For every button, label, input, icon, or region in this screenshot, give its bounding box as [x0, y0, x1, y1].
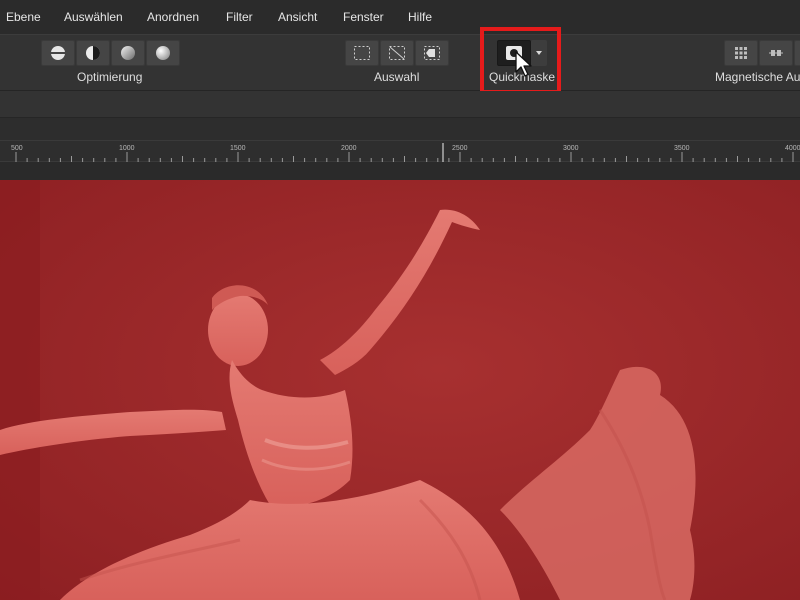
soft-circle-icon[interactable]: [146, 40, 180, 66]
menu-ebene[interactable]: Ebene: [6, 10, 41, 24]
context-toolbar: [0, 91, 800, 118]
document-canvas[interactable]: [0, 180, 800, 600]
menu-hilfe[interactable]: Hilfe: [408, 10, 432, 24]
more-tool-button[interactable]: [794, 40, 800, 66]
ruler-label-2000: 2000: [341, 145, 357, 152]
menu-auswaehlen[interactable]: Auswählen: [64, 10, 123, 24]
ruler-label-1000: 1000: [119, 145, 135, 152]
marquee-select-icon[interactable]: [345, 40, 379, 66]
toolbar: Optimierung Auswahl Quickmaske Magnetisc…: [0, 34, 800, 91]
invert-select-icon[interactable]: [415, 40, 449, 66]
tab-strip: [0, 118, 800, 140]
align-snap-icon[interactable]: [759, 40, 793, 66]
ruler-label-500: 500: [11, 145, 23, 152]
ruler-label-3000: 3000: [563, 145, 579, 152]
menu-anordnen[interactable]: Anordnen: [147, 10, 199, 24]
cursor-icon: [515, 51, 532, 77]
menu-filter[interactable]: Filter: [226, 10, 253, 24]
ruler-label-3500: 3500: [674, 145, 690, 152]
split-circle-icon[interactable]: [41, 40, 75, 66]
quick-mask-image: [0, 180, 800, 600]
ruler-label-2500: 2500: [452, 145, 468, 152]
optimierung-label: Optimierung: [77, 70, 143, 84]
menu-ansicht[interactable]: Ansicht: [278, 10, 317, 24]
auswahl-label: Auswahl: [374, 70, 420, 84]
horizontal-ruler: 500 1000 1500 2000 2500 3000 3500 4000: [0, 140, 800, 162]
ruler-label-1500: 1500: [230, 145, 246, 152]
canvas-margin: [0, 162, 800, 180]
grid-snap-icon[interactable]: [724, 40, 758, 66]
menu-fenster[interactable]: Fenster: [343, 10, 384, 24]
half-circle-icon[interactable]: [76, 40, 110, 66]
gradient-circle-icon[interactable]: [111, 40, 145, 66]
ruler-label-4000: 4000: [785, 145, 800, 152]
deselect-icon[interactable]: [380, 40, 414, 66]
menu-bar: Ebene Auswählen Anordnen Filter Ansicht …: [0, 0, 800, 34]
magnetische-label: Magnetische Au: [715, 70, 800, 84]
